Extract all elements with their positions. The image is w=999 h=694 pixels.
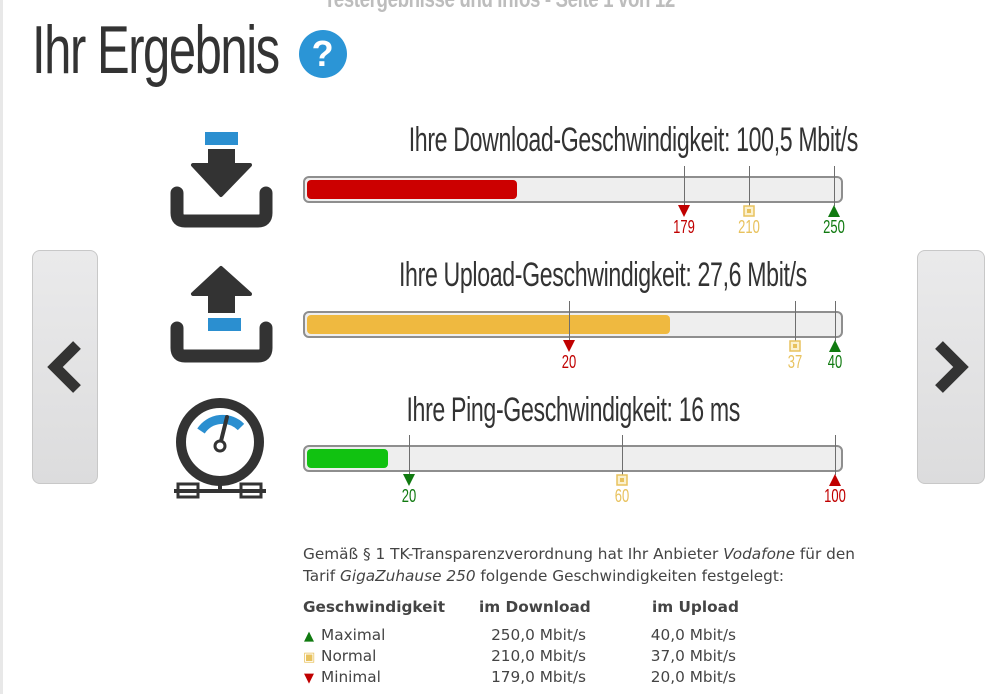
upload-marker-label-min: 20 xyxy=(561,352,577,372)
ping-marker-label-max: 20 xyxy=(401,486,417,506)
next-page-button[interactable] xyxy=(917,250,985,484)
table-header-download: im Download xyxy=(479,598,591,616)
tariff-name: GigaZuhause 250 xyxy=(339,567,476,585)
upload-marker-line-max xyxy=(835,301,836,341)
square-marker-icon xyxy=(616,474,628,486)
page-title: Ihr Ergebnis xyxy=(32,12,280,88)
chevron-left-icon xyxy=(47,341,81,393)
ping-bar xyxy=(303,445,843,472)
table-header-speed: Geschwindigkeit xyxy=(303,598,446,616)
table-cell-upload: 37,0 Mbit/s xyxy=(650,647,736,665)
download-marker-line-normal xyxy=(749,166,750,206)
table-row-label: ▣ Normal xyxy=(303,647,376,665)
download-marker-label-max: 250 xyxy=(823,217,845,237)
triangle-up-icon: ▲ xyxy=(304,629,314,644)
upload-marker-label-max: 40 xyxy=(827,352,843,372)
ping-marker-line-normal xyxy=(622,435,623,475)
info-paragraph: Gemäß § 1 TK-Transparenzverordnung hat I… xyxy=(303,543,883,587)
triangle-up-marker-icon xyxy=(829,474,841,486)
upload-marker-line-normal xyxy=(795,301,796,341)
triangle-down-marker-icon xyxy=(678,205,690,217)
chevron-right-icon xyxy=(935,341,969,393)
table-cell-download: 210,0 Mbit/s xyxy=(491,647,586,665)
triangle-up-marker-icon xyxy=(828,205,840,217)
previous-page-button[interactable] xyxy=(32,250,98,484)
triangle-down-icon: ▼ xyxy=(304,671,314,686)
info-text: folgende Geschwindigkeiten festgelegt: xyxy=(475,567,785,585)
upload-bar-fill xyxy=(307,315,671,334)
table-header-upload: im Upload xyxy=(652,598,739,616)
table-cell-download: 250,0 Mbit/s xyxy=(491,626,586,644)
upload-speed-title: Ihre Upload-Geschwindigkeit: 27,6 Mbit/s xyxy=(303,256,843,295)
ping-bar-fill xyxy=(307,449,389,468)
info-text: Gemäß § 1 TK-Transparenzverordnung hat I… xyxy=(303,545,724,563)
row-label: Normal xyxy=(321,647,377,665)
table-cell-upload: 20,0 Mbit/s xyxy=(650,668,736,686)
square-icon: ▣ xyxy=(303,650,316,665)
download-bar xyxy=(303,176,843,203)
row-label: Minimal xyxy=(321,668,381,686)
download-marker-label-normal: 210 xyxy=(738,217,760,237)
ping-marker-label-normal: 60 xyxy=(614,486,630,506)
table-cell-upload: 40,0 Mbit/s xyxy=(650,626,736,644)
ping-speed-title: Ihre Ping-Geschwindigkeit: 16 ms xyxy=(303,391,843,430)
title-area: Ihr Ergebnis ? xyxy=(32,10,347,90)
table-cell-download: 179,0 Mbit/s xyxy=(491,668,586,686)
upload-bar xyxy=(303,311,843,338)
question-circle-icon[interactable]: ? xyxy=(298,30,347,78)
download-speed-title: Ihre Download-Geschwindigkeit: 100,5 Mbi… xyxy=(303,121,859,160)
upload-speed-label: Ihre Upload-Geschwindigkeit: 27,6 Mbit/s xyxy=(398,256,807,294)
download-marker-line-min xyxy=(684,166,685,206)
gauge-icon xyxy=(174,398,266,499)
download-speed-label: Ihre Download-Geschwindigkeit: 100,5 Mbi… xyxy=(408,121,859,159)
row-label: Maximal xyxy=(321,626,386,644)
ping-speed-label: Ihre Ping-Geschwindigkeit: 16 ms xyxy=(406,391,740,429)
upload-icon xyxy=(170,266,273,363)
upload-marker-label-normal: 37 xyxy=(787,352,803,372)
square-marker-icon xyxy=(743,205,755,217)
triangle-down-marker-icon xyxy=(403,474,415,486)
ping-marker-line-max xyxy=(409,435,410,475)
triangle-up-marker-icon xyxy=(829,340,841,352)
download-bar-fill xyxy=(307,180,517,199)
provider-name: Vodafone xyxy=(723,545,796,563)
ping-marker-label-min: 100 xyxy=(824,486,846,506)
ping-marker-line-min xyxy=(835,435,836,475)
square-marker-icon xyxy=(789,340,801,352)
download-marker-label-min: 179 xyxy=(673,217,695,237)
upload-marker-line-min xyxy=(569,301,570,341)
page-edge xyxy=(0,0,3,694)
download-icon xyxy=(170,132,273,228)
download-marker-line-max xyxy=(834,166,835,206)
triangle-down-marker-icon xyxy=(563,340,575,352)
table-row-label: ▲ Maximal xyxy=(303,626,385,644)
table-row-label: ▼ Minimal xyxy=(303,668,381,686)
